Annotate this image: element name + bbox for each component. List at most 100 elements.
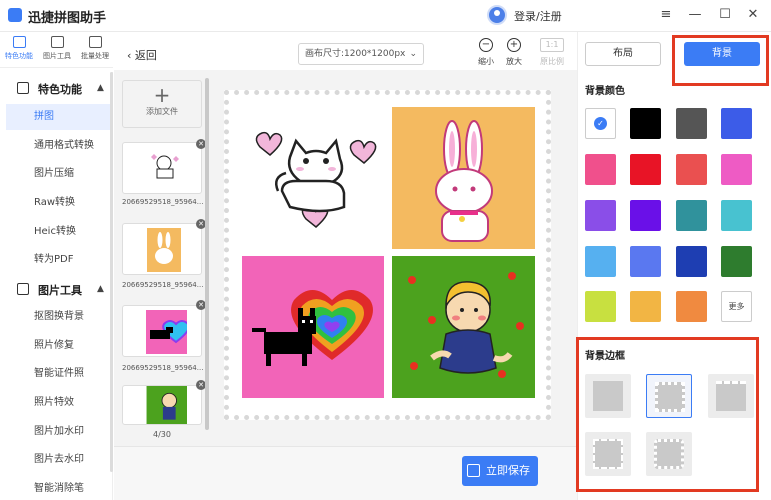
color-swatch[interactable]	[676, 154, 707, 185]
color-swatch[interactable]	[721, 200, 752, 231]
color-swatch[interactable]	[676, 246, 707, 277]
border-style-preview	[654, 439, 684, 469]
original-ratio-button[interactable]: 1:1 原比例	[536, 38, 568, 67]
title-bar	[0, 0, 771, 32]
login-link[interactable]: 登录/注册	[514, 8, 562, 24]
original-ratio-label: 原比例	[540, 57, 564, 66]
file-name: 20669529518_95964...	[122, 198, 204, 206]
batch-tab[interactable]: 批量处理	[77, 36, 113, 66]
more-colors-button[interactable]: 更多	[721, 291, 752, 322]
border-style-jagged[interactable]	[585, 432, 631, 476]
file-name: 20669529518_95964...	[122, 364, 204, 372]
menu-icon[interactable]: ≡	[657, 6, 675, 24]
maximize-button[interactable]: ☐	[716, 6, 734, 24]
border-style-stamp[interactable]	[646, 374, 692, 418]
app-logo-icon	[8, 8, 22, 22]
swatch-white-selected[interactable]: ✓	[585, 108, 616, 139]
sidebar-section-image-tools[interactable]: 图片工具	[38, 282, 82, 298]
background-border-title: 背景边框	[585, 351, 625, 362]
color-swatch[interactable]	[721, 246, 752, 277]
sidebar-item-cutout[interactable]: 抠图换背景	[6, 304, 110, 330]
chevron-left-icon: ‹	[127, 49, 135, 62]
sidebar-item-heic[interactable]: Heic转换	[6, 219, 110, 245]
highlight-box-background-tab	[672, 35, 769, 86]
top-icon-bar: 特色功能 图片工具 批量处理	[0, 32, 113, 68]
color-swatch[interactable]	[630, 246, 661, 277]
color-swatch[interactable]	[585, 246, 616, 277]
collage-tile-rabbit[interactable]	[392, 107, 535, 249]
file-thumbnail-cat[interactable]	[122, 142, 202, 194]
original-ratio-badge: 1:1	[540, 38, 564, 52]
sidebar-item-compress[interactable]: 图片压缩	[6, 161, 110, 187]
color-swatch[interactable]	[585, 291, 616, 322]
color-swatch[interactable]	[585, 154, 616, 185]
zoom-out-label: 缩小	[478, 57, 494, 66]
color-swatch[interactable]	[721, 108, 752, 139]
chevron-up-icon[interactable]: ▲	[97, 83, 104, 93]
color-swatch[interactable]	[630, 154, 661, 185]
color-swatch[interactable]	[585, 200, 616, 231]
zoom-in-button[interactable]: + 放大	[500, 38, 528, 67]
border-style-preview	[655, 382, 685, 412]
sidebar-item-format-convert[interactable]: 通用格式转换	[6, 133, 110, 159]
file-list-scrollbar[interactable]	[205, 78, 209, 430]
collage-tile-cat[interactable]	[242, 107, 388, 249]
file-thumbnail-heart[interactable]	[122, 305, 202, 357]
app-window: 迅捷拼图助手 登录/注册 ≡ — ☐ ✕ 特色功能 图片工具 批量处理 特色功能…	[0, 0, 771, 500]
zoom-out-button[interactable]: − 缩小	[472, 38, 500, 67]
add-file-button[interactable]: + 添加文件	[122, 80, 202, 128]
border-style-preview	[593, 439, 623, 469]
file-name: 20669529518_95964...	[122, 281, 204, 289]
sidebar-item-effects[interactable]: 照片特效	[6, 390, 110, 416]
color-swatch[interactable]	[676, 200, 707, 231]
color-swatch[interactable]	[630, 200, 661, 231]
sidebar-item-id-photo[interactable]: 智能证件照	[6, 361, 110, 387]
border-style-scalloped[interactable]	[646, 432, 692, 476]
zoom-out-icon: −	[479, 38, 493, 52]
app-title: 迅捷拼图助手	[28, 11, 107, 26]
user-avatar-icon[interactable]	[487, 5, 507, 25]
image-tools-section-icon	[17, 283, 29, 295]
border-style-torn[interactable]	[708, 374, 754, 418]
close-button[interactable]: ✕	[744, 6, 762, 24]
canvas-size-select[interactable]: 画布尺寸:1200*1200px ⌄	[298, 43, 424, 65]
tab-layout[interactable]: 布局	[585, 42, 661, 66]
sidebar-section-features[interactable]: 特色功能	[38, 81, 82, 97]
zoom-in-label: 放大	[506, 57, 522, 66]
image-tool-icon	[50, 36, 64, 48]
color-swatch[interactable]	[676, 291, 707, 322]
sidebar-item-pdf[interactable]: 转为PDF	[6, 247, 110, 273]
sidebar-item-repair[interactable]: 照片修复	[6, 333, 110, 359]
file-thumbnail-girl[interactable]	[122, 385, 202, 425]
feature-tab[interactable]: 特色功能	[1, 36, 37, 66]
color-swatch[interactable]	[676, 108, 707, 139]
check-icon: ✓	[594, 117, 607, 130]
sidebar-item-add-watermark[interactable]: 图片加水印	[6, 419, 110, 445]
color-swatch[interactable]	[630, 291, 661, 322]
pixel-heart-image	[146, 310, 187, 354]
collage-tile-heart[interactable]	[242, 256, 384, 398]
sidebar-item-eraser[interactable]: 智能消除笔	[6, 476, 110, 500]
add-file-label: 添加文件	[146, 107, 178, 116]
background-color-title: 背景颜色	[585, 86, 625, 97]
back-button[interactable]: ‹ 返回	[127, 47, 157, 63]
rabbit-image	[147, 228, 181, 272]
color-swatch[interactable]	[630, 108, 661, 139]
image-tool-tab[interactable]: 图片工具	[39, 36, 75, 66]
minimize-button[interactable]: —	[686, 6, 704, 24]
girl-on-grass-image	[146, 386, 187, 424]
canvas-size-value: 画布尺寸:1200*1200px	[305, 49, 406, 59]
image-tool-tab-label: 图片工具	[43, 52, 71, 60]
sidebar-item-remove-watermark[interactable]: 图片去水印	[6, 447, 110, 473]
file-thumbnail-rabbit[interactable]	[122, 223, 202, 275]
collage-tile-girl[interactable]	[392, 256, 535, 398]
sidebar-scrollbar[interactable]	[110, 72, 113, 472]
border-style-plain[interactable]	[585, 374, 631, 418]
sidebar-item-collage[interactable]: 拼图	[6, 104, 110, 130]
color-swatch[interactable]	[721, 154, 752, 185]
feature-tab-label: 特色功能	[5, 52, 33, 60]
batch-icon	[88, 36, 102, 48]
sidebar-item-raw[interactable]: Raw转换	[6, 190, 110, 216]
chevron-up-icon[interactable]: ▲	[97, 284, 104, 294]
chevron-down-icon: ⌄	[409, 49, 417, 59]
